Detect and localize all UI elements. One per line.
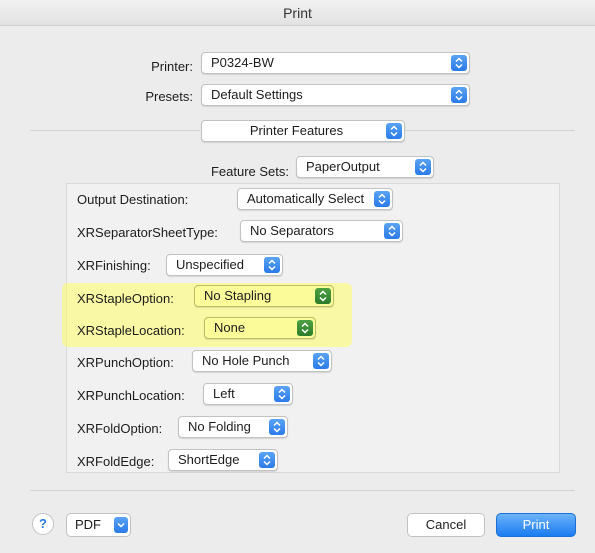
fold-option-popup[interactable]: No Folding <box>178 416 288 438</box>
staple-option-value: No Stapling <box>204 288 272 303</box>
up-down-chevron-icon <box>297 320 313 336</box>
printer-popup[interactable]: P0324-BW <box>201 52 470 74</box>
feature-sets-popup[interactable]: PaperOutput <box>296 156 434 178</box>
chevron-down-icon <box>114 517 128 533</box>
help-icon[interactable]: ? <box>32 513 54 535</box>
feature-sets-value: PaperOutput <box>306 159 380 174</box>
separator-sheet-value: No Separators <box>250 223 334 238</box>
staple-option-label: XRStapleOption: <box>77 291 174 306</box>
up-down-chevron-icon <box>374 191 390 207</box>
up-down-chevron-icon <box>264 257 280 273</box>
up-down-chevron-icon <box>386 123 402 139</box>
up-down-chevron-icon <box>451 87 467 103</box>
section-value: Printer Features <box>249 123 344 138</box>
staple-location-value: None <box>214 320 246 335</box>
punch-location-popup[interactable]: Left <box>203 383 293 405</box>
fold-option-value: No Folding <box>188 419 251 434</box>
up-down-chevron-icon <box>259 452 275 468</box>
fold-edge-label: XRFoldEdge: <box>77 454 155 469</box>
feature-sets-label: Feature Sets: <box>210 164 289 179</box>
up-down-chevron-icon <box>274 386 290 402</box>
presets-value: Default Settings <box>211 87 303 102</box>
up-down-chevron-icon <box>415 159 431 175</box>
finishing-value: Unspecified <box>176 257 244 272</box>
up-down-chevron-icon <box>384 223 400 239</box>
separator-sheet-label: XRSeparatorSheetType: <box>77 225 218 240</box>
footer-divider <box>30 490 575 491</box>
section-divider-right <box>405 130 575 131</box>
pdf-label: PDF <box>75 517 101 532</box>
print-button[interactable]: Print <box>496 513 576 537</box>
output-destination-popup[interactable]: Automatically Select <box>237 188 393 210</box>
presets-label: Presets: <box>145 89 193 104</box>
staple-location-popup[interactable]: None <box>204 317 316 339</box>
output-destination-label: Output Destination: <box>77 192 189 207</box>
staple-option-popup[interactable]: No Stapling <box>194 285 334 307</box>
finishing-label: XRFinishing: <box>77 258 151 273</box>
separator-sheet-popup[interactable]: No Separators <box>240 220 403 242</box>
fold-edge-popup[interactable]: ShortEdge <box>168 449 278 471</box>
window-title: Print <box>0 0 595 26</box>
punch-option-value: No Hole Punch <box>202 353 290 368</box>
printer-label: Printer: <box>151 59 193 74</box>
up-down-chevron-icon <box>451 55 467 71</box>
up-down-chevron-icon <box>269 419 285 435</box>
fold-edge-value: ShortEdge <box>178 452 240 467</box>
section-popup[interactable]: Printer Features <box>201 120 405 142</box>
punch-location-label: XRPunchLocation: <box>77 388 185 403</box>
up-down-chevron-icon <box>315 288 331 304</box>
section-divider-left <box>30 130 200 131</box>
punch-option-label: XRPunchOption: <box>77 355 174 370</box>
punch-location-value: Left <box>213 386 235 401</box>
staple-location-label: XRStapleLocation: <box>77 323 185 338</box>
presets-popup[interactable]: Default Settings <box>201 84 470 106</box>
pdf-menu-button[interactable]: PDF <box>66 513 131 537</box>
output-destination-value: Automatically Select <box>247 191 365 206</box>
up-down-chevron-icon <box>313 353 329 369</box>
printer-value: P0324-BW <box>211 55 274 70</box>
cancel-button[interactable]: Cancel <box>407 513 485 537</box>
finishing-popup[interactable]: Unspecified <box>166 254 283 276</box>
fold-option-label: XRFoldOption: <box>77 421 163 436</box>
punch-option-popup[interactable]: No Hole Punch <box>192 350 332 372</box>
